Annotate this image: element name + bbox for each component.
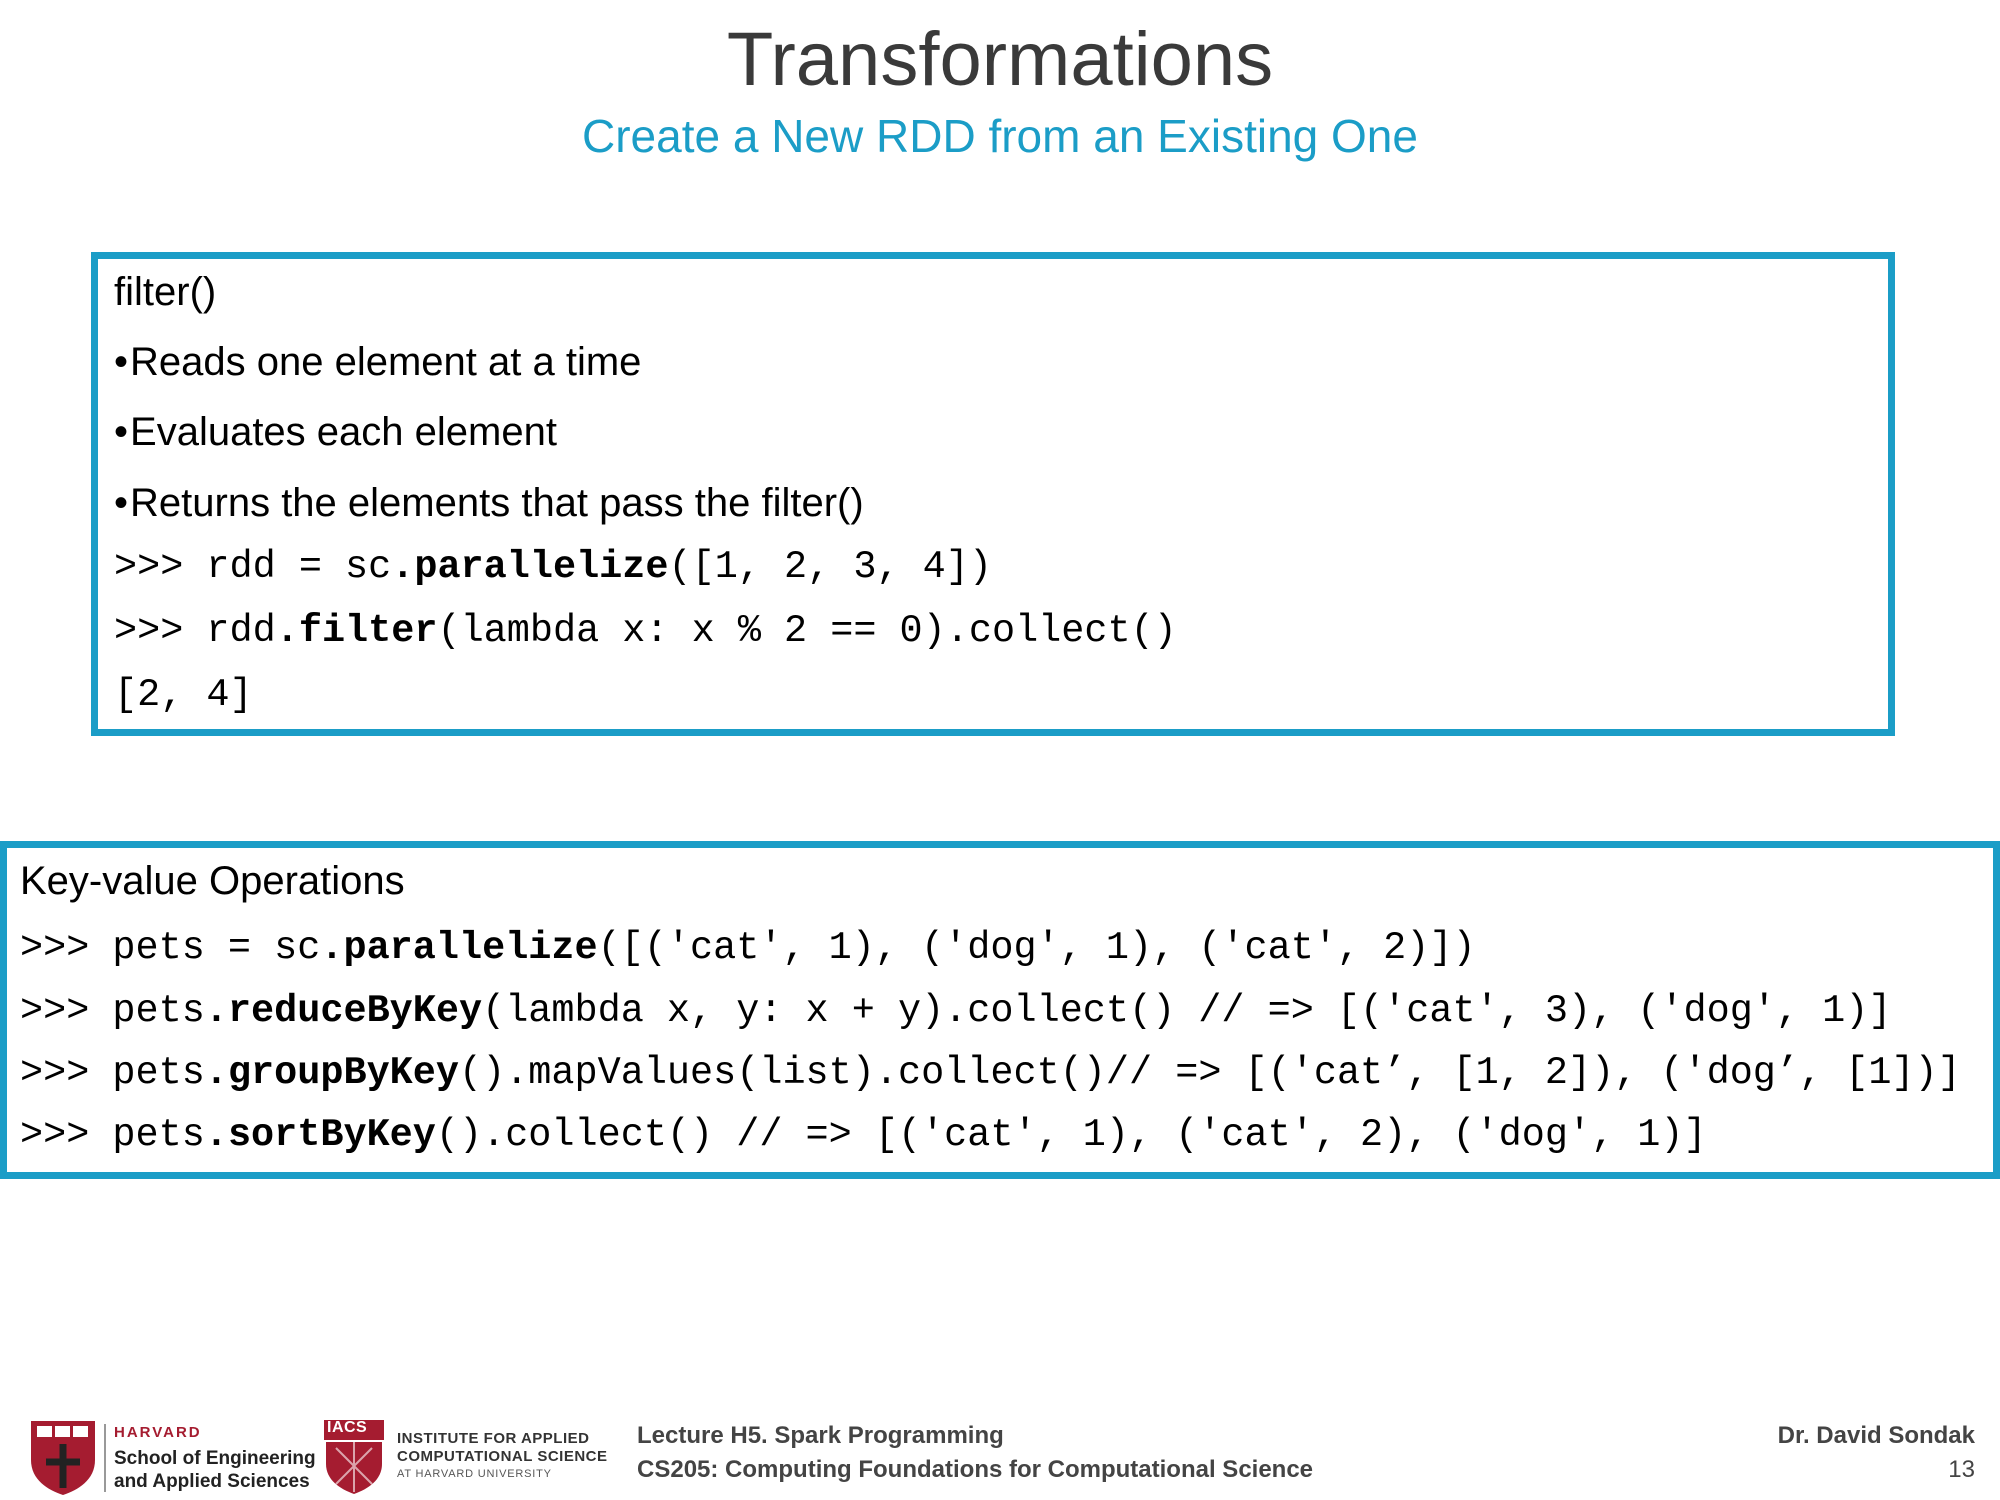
iacs-line1: INSTITUTE FOR APPLIED xyxy=(397,1430,590,1447)
author-name: Dr. David Sondak xyxy=(1777,1422,1975,1449)
harvard-shield-icon xyxy=(31,1421,95,1495)
filter-heading: filter() xyxy=(114,270,217,314)
code-line: >>> pets.groupByKey().mapValues(list).co… xyxy=(20,1051,1961,1095)
page-number: 13 xyxy=(1948,1456,1975,1483)
lecture-title: Lecture H5. Spark Programming xyxy=(637,1422,1004,1449)
iacs-line2: COMPUTATIONAL SCIENCE xyxy=(397,1448,608,1465)
code-line: >>> pets = sc.parallelize([('cat', 1), (… xyxy=(20,926,1476,970)
harvard-name: HARVARD xyxy=(114,1424,202,1441)
seas-line2: and Applied Sciences xyxy=(114,1471,310,1492)
code-output: [2, 4] xyxy=(114,673,253,717)
bullet-icon: • xyxy=(114,340,129,384)
course-title: CS205: Computing Foundations for Computa… xyxy=(637,1456,1314,1483)
code-line: >>> pets.sortByKey().collect() // => [('… xyxy=(20,1113,1707,1157)
slide-title: Transformations xyxy=(726,17,1274,102)
code-line: >>> rdd.filter(lambda x: x % 2 == 0).col… xyxy=(114,609,1177,653)
key-value-heading: Key-value Operations xyxy=(20,859,405,903)
bullet-icon: • xyxy=(114,410,129,454)
seas-line1: School of Engineering xyxy=(114,1448,316,1469)
bullet-item: •Returns the elements that pass the filt… xyxy=(114,475,864,531)
harvard-seas-logo: HARVARD School of Engineering and Applie… xyxy=(28,1418,316,1496)
logo-divider xyxy=(104,1424,106,1492)
iacs-abbr: IACS xyxy=(327,1419,368,1436)
code-line: >>> rdd = sc.parallelize([1, 2, 3, 4]) xyxy=(114,545,992,589)
iacs-logo: IACS INSTITUTE FOR APPLIED COMPUTATIONAL… xyxy=(322,1418,607,1496)
bullet-item: •Reads one element at a time xyxy=(114,334,641,390)
bullet-icon: • xyxy=(114,481,129,525)
iacs-line3: AT HARVARD UNIVERSITY xyxy=(397,1468,552,1480)
slide-subtitle: Create a New RDD from an Existing One xyxy=(582,110,1418,162)
bullet-item: •Evaluates each element xyxy=(114,404,557,460)
code-line: >>> pets.reduceByKey(lambda x, y: x + y)… xyxy=(20,989,1892,1033)
